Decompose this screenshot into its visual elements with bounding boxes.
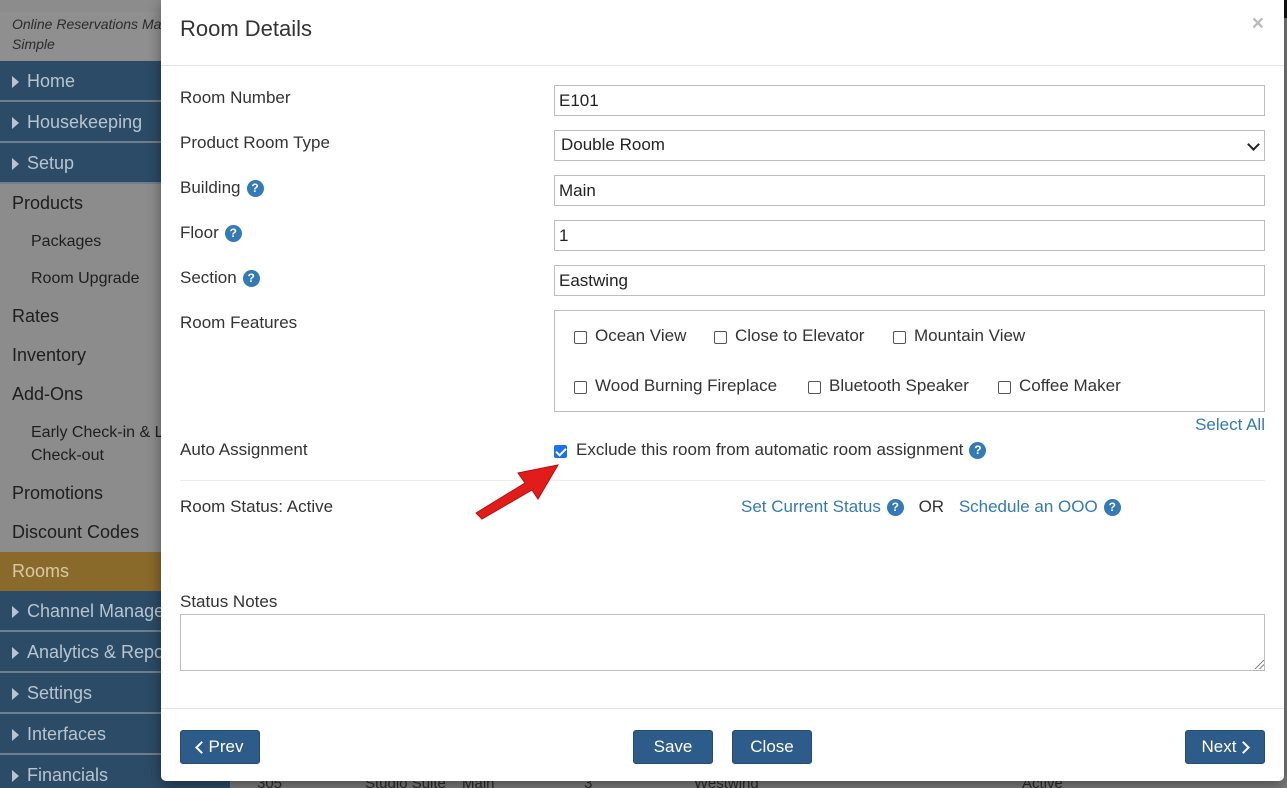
- room-details-modal: Room Details × Room Number Product Room …: [161, 0, 1284, 781]
- help-icon[interactable]: ?: [246, 180, 264, 197]
- room-features-label: Room Features: [180, 313, 298, 332]
- caret-right-icon: [12, 76, 19, 89]
- set-current-status-link[interactable]: Set Current Status: [741, 497, 881, 516]
- auto-assignment-label: Auto Assignment: [180, 440, 308, 459]
- checkbox[interactable]: [574, 381, 587, 394]
- chevron-left-icon: [194, 741, 208, 754]
- caret-right-icon: [12, 729, 19, 742]
- modal-footer: Prev Save Close Next: [161, 708, 1284, 781]
- divider: [180, 480, 1265, 481]
- help-icon[interactable]: ?: [242, 270, 260, 287]
- save-button[interactable]: Save: [633, 730, 713, 764]
- caret-right-icon: [12, 770, 19, 783]
- feature-bluetooth-speaker[interactable]: Bluetooth Speaker: [808, 376, 969, 396]
- caret-right-icon: [12, 688, 19, 701]
- room-features-box: Ocean View Close to Elevator Mountain Vi…: [554, 310, 1265, 412]
- red-arrow-icon: [475, 464, 559, 520]
- caret-right-icon: [12, 158, 19, 171]
- close-button[interactable]: Close: [732, 730, 812, 764]
- room-status-label: Room Status: Active: [180, 497, 334, 516]
- checkbox[interactable]: [998, 381, 1011, 394]
- section-input[interactable]: [554, 265, 1265, 296]
- room-number-label: Room Number: [180, 88, 291, 107]
- exclude-auto-assignment[interactable]: Exclude this room from automatic room as…: [554, 440, 987, 460]
- modal-header: Room Details ×: [161, 0, 1284, 66]
- select-all-link[interactable]: Select All: [1195, 415, 1265, 435]
- building-label: Building?: [180, 178, 264, 198]
- checkbox[interactable]: [808, 381, 821, 394]
- room-number-input[interactable]: [554, 85, 1265, 116]
- section-label: Section?: [180, 268, 260, 288]
- building-input[interactable]: [554, 175, 1265, 206]
- checkbox[interactable]: [714, 331, 727, 344]
- help-icon[interactable]: ?: [224, 225, 242, 242]
- status-actions: Set Current Status? OR Schedule an OOO?: [741, 497, 1121, 517]
- feature-mountain-view[interactable]: Mountain View: [893, 326, 1025, 346]
- caret-right-icon: [12, 606, 19, 619]
- modal-title: Room Details: [180, 16, 313, 41]
- checkbox[interactable]: [574, 331, 587, 344]
- feature-coffee-maker[interactable]: Coffee Maker: [998, 376, 1121, 396]
- next-button[interactable]: Next: [1185, 730, 1265, 764]
- caret-right-icon: [12, 647, 19, 660]
- caret-right-icon: [12, 117, 19, 130]
- room-type-label: Product Room Type: [180, 133, 330, 152]
- chevron-right-icon: [1237, 741, 1251, 754]
- help-icon[interactable]: ?: [886, 499, 904, 516]
- floor-label: Floor?: [180, 223, 242, 243]
- close-icon[interactable]: ×: [1252, 12, 1264, 36]
- or-separator: OR: [918, 497, 945, 516]
- feature-close-to-elevator[interactable]: Close to Elevator: [714, 326, 864, 346]
- prev-button[interactable]: Prev: [180, 730, 260, 764]
- feature-ocean-view[interactable]: Ocean View: [574, 326, 686, 346]
- schedule-ooo-link[interactable]: Schedule an OOO: [959, 497, 1098, 516]
- floor-input[interactable]: [554, 220, 1265, 251]
- chevron-down-icon: [1247, 138, 1260, 151]
- room-type-value: Double Room: [561, 135, 665, 154]
- resize-grip-icon[interactable]: [1255, 660, 1264, 669]
- status-notes-textarea[interactable]: [180, 614, 1265, 671]
- room-type-select[interactable]: Double Room: [554, 130, 1265, 161]
- checkbox[interactable]: [893, 331, 906, 344]
- status-notes-label: Status Notes: [180, 592, 278, 611]
- help-icon[interactable]: ?: [969, 442, 987, 459]
- feature-wood-burning-fireplace[interactable]: Wood Burning Fireplace: [574, 376, 777, 396]
- help-icon[interactable]: ?: [1103, 499, 1121, 516]
